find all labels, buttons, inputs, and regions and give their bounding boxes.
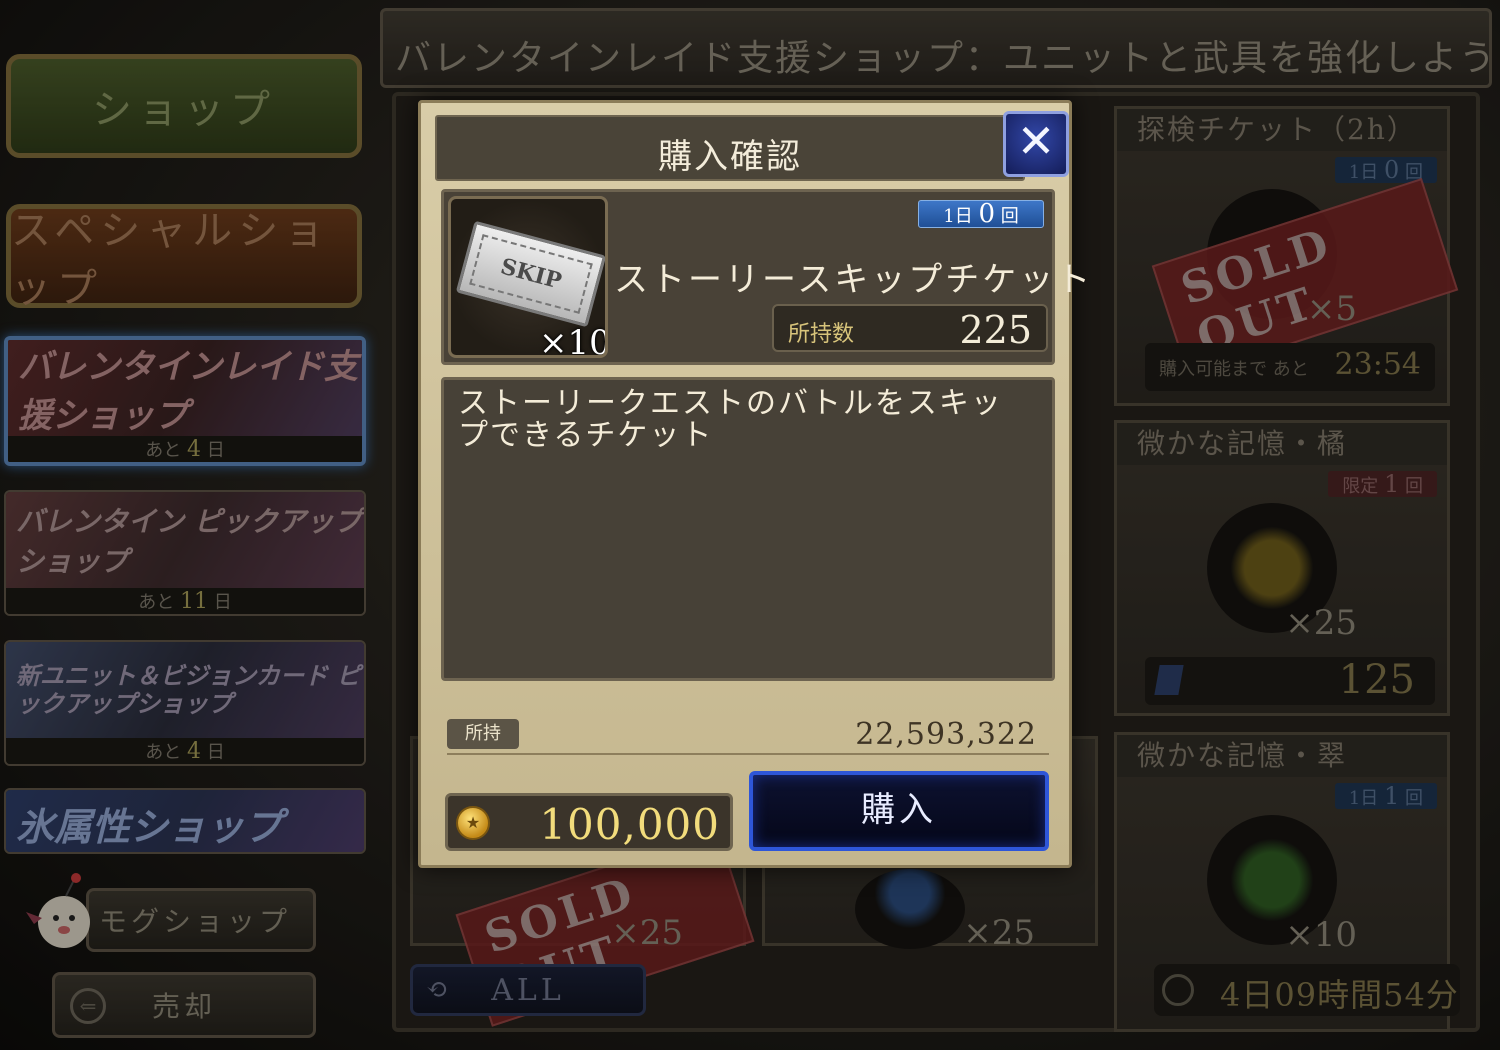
close-button[interactable]: ✕	[1003, 111, 1069, 177]
purchase-button-label: 購入	[861, 790, 937, 830]
skip-ticket-icon: SKIP ×10	[448, 196, 608, 358]
modal-title: 購入確認	[658, 137, 802, 177]
ticket-graphic: SKIP	[455, 220, 605, 328]
item-multiplier: ×10	[539, 323, 608, 358]
owned-value: 225	[959, 308, 1032, 352]
limit-num: 0	[978, 199, 995, 229]
purchase-confirm-modal: 購入確認 ✕ SKIP ×10 1日 0 回 ストーリースキップチケット 所持数…	[418, 100, 1090, 868]
owned-count-box: 所持数 225	[772, 304, 1048, 352]
gil-coin-icon: ★	[456, 806, 490, 840]
item-description-box: ストーリークエストのバトルをスキップできるチケット	[441, 377, 1055, 681]
holding-divider	[447, 753, 1049, 755]
owned-label: 所持数	[788, 322, 855, 347]
limit-prefix: 1日	[943, 206, 973, 227]
holding-value: 22,593,322	[855, 717, 1037, 752]
item-name: ストーリースキップチケット	[614, 260, 1094, 300]
price-value: 100,000	[539, 800, 720, 849]
close-icon: ✕	[1016, 114, 1056, 168]
item-description: ストーリークエストのバトルをスキップできるチケット	[458, 386, 1003, 453]
ticket-text: SKIP	[469, 234, 593, 314]
holding-label: 所持	[447, 719, 519, 749]
item-limit-tag: 1日 0 回	[918, 200, 1044, 228]
purchase-button[interactable]: 購入	[749, 771, 1049, 851]
modal-title-bar: 購入確認	[435, 115, 1025, 181]
price-box: ★ 100,000	[445, 793, 733, 851]
item-info-box: SKIP ×10 1日 0 回 ストーリースキップチケット 所持数 225	[441, 189, 1090, 365]
limit-suffix: 回	[1000, 206, 1019, 227]
